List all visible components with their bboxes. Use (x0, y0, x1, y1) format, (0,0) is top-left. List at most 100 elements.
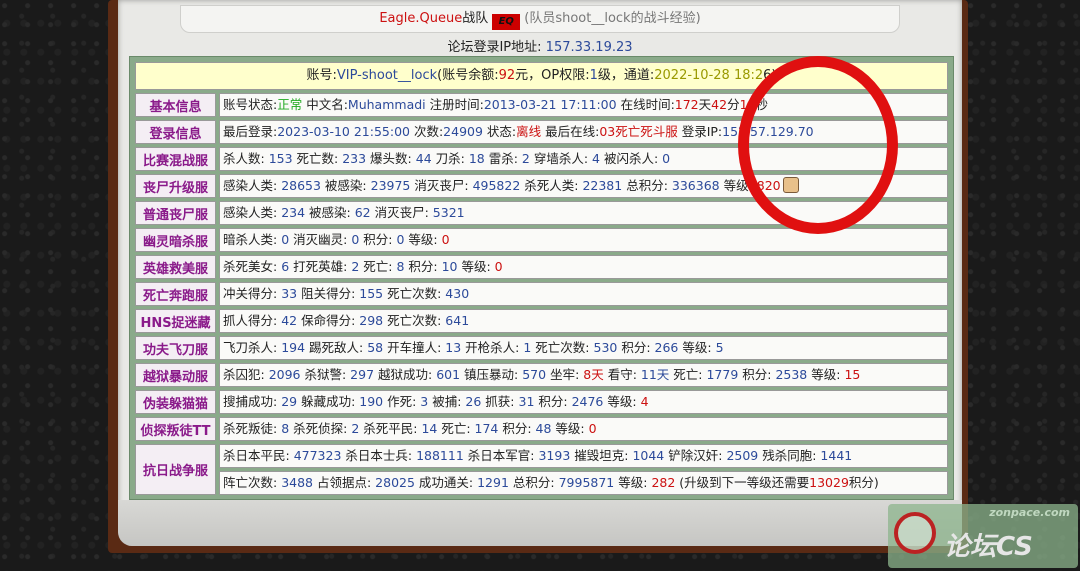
row-label[interactable]: HNS捉迷藏 (135, 309, 216, 333)
stat-label: 被感染: (305, 205, 355, 220)
row-label[interactable]: 伪装躲猫猫 (135, 390, 216, 414)
row-label[interactable]: 普通丧尸服 (135, 201, 216, 225)
stat-value: 7995871 (558, 475, 615, 490)
last-server: 03死亡死斗服 (599, 124, 678, 139)
stat-label: 杀囚犯: (223, 367, 269, 382)
stat-label: 死亡次数: (383, 313, 446, 328)
stat-label: 刀杀: (431, 151, 469, 166)
row-label[interactable]: 比赛混战服 (135, 147, 216, 171)
team-suffix: 战队 (462, 11, 489, 26)
stat-value: 48 (535, 421, 552, 436)
row-content: 杀囚犯: 2096 杀狱警: 297 越狱成功: 601 镇压暴动: 570 坐… (219, 363, 948, 387)
stat-value: 6 (281, 259, 290, 274)
stat-label: 阻关得分: (297, 286, 360, 301)
stat-label: 死亡: (359, 259, 397, 274)
online-minutes: 42 (711, 97, 728, 112)
team-logo-icon: EQ (492, 14, 521, 30)
stat-value: 188111 (416, 448, 464, 463)
op-value: 1 (589, 68, 598, 83)
level-value: 0 (494, 259, 503, 274)
stat-label: 杀人数: (223, 151, 269, 166)
stat-label: 积分: (404, 259, 442, 274)
stat-value: 10 (441, 259, 458, 274)
stat-value: 3193 (538, 448, 571, 463)
stat-label: 等级: (678, 340, 716, 355)
row-label[interactable]: 越狱暴动服 (135, 363, 216, 387)
row-label[interactable]: 幽灵暗杀服 (135, 228, 216, 252)
watermark-top: zonpace.com (989, 506, 1070, 519)
panel-bottom (118, 500, 962, 546)
stat-value: 234 (281, 205, 306, 220)
text: 登录IP: (677, 124, 723, 139)
stat-value: 1044 (632, 448, 665, 463)
stat-label: 消灭幽灵: (289, 232, 352, 247)
row-label[interactable]: 功夫飞刀服 (135, 336, 216, 360)
jail-days: 8天 (583, 367, 604, 382)
row-hide: 伪装躲猫猫 搜捕成功: 29 躲藏成功: 190 作死: 3 被捕: 26 抓获… (135, 390, 948, 414)
stat-label: 死亡: (437, 421, 475, 436)
row-content: 飞刀杀人: 194 踢死敌人: 58 开车撞人: 13 开枪杀人: 1 死亡次数… (219, 336, 948, 360)
row-label[interactable]: 侦探叛徒TT (135, 417, 216, 441)
stat-value: 495822 (472, 178, 521, 193)
stat-value: 2509 (726, 448, 759, 463)
account-name: VIP-shoot__lock (336, 68, 438, 83)
stat-value: 2538 (775, 367, 808, 382)
text: 天 (698, 97, 712, 112)
stat-label: 等级: (614, 475, 652, 490)
team-name: Eagle.Queue (379, 11, 463, 26)
stat-label: 死亡次数: (383, 286, 446, 301)
guard-days: 11天 (640, 367, 670, 382)
stat-label: 镇压暴动: (460, 367, 523, 382)
stat-value: 42 (281, 313, 298, 328)
stat-label: 杀死侦探: (289, 421, 352, 436)
stat-label: 残杀同胞: (758, 448, 821, 463)
stat-value: 14 (421, 421, 438, 436)
stat-value: 13 (445, 340, 462, 355)
row-label[interactable]: 登录信息 (135, 120, 216, 144)
watermark-logo-icon (894, 512, 936, 554)
watermark-text: 论坛CS (944, 532, 1033, 562)
row-content: 抓人得分: 42 保命得分: 298 死亡次数: 641 (219, 309, 948, 333)
level-value: 282 (651, 475, 676, 490)
stat-value: 8 (281, 421, 290, 436)
stat-value: 5321 (432, 205, 465, 220)
page-header: Eagle.Queue战队 EQ (队员shoot__lock的战斗经验) (180, 5, 900, 33)
stat-label: 积分: (617, 340, 655, 355)
row-content: 搜捕成功: 29 躲藏成功: 190 作死: 3 被捕: 26 抓获: 31 积… (219, 390, 948, 414)
level-value: 4 (640, 394, 649, 409)
stat-value: 2476 (571, 394, 604, 409)
text: 次数: (409, 124, 444, 139)
online-days: 172 (674, 97, 699, 112)
stat-value: 28025 (375, 475, 415, 490)
level-value: 0 (441, 232, 450, 247)
row-content: 杀死美女: 6 打死英雄: 2 死亡: 8 积分: 10 等级: 0 (219, 255, 948, 279)
stat-label: 积分: (738, 367, 776, 382)
stat-label: 死亡: (669, 367, 707, 382)
row-label[interactable]: 基本信息 (135, 93, 216, 117)
stat-value: 336368 (671, 178, 720, 193)
stat-label: 死亡数: (292, 151, 343, 166)
stat-label: 死亡次数: (531, 340, 594, 355)
stat-value: 298 (359, 313, 384, 328)
stat-label: 占领据点: (313, 475, 376, 490)
text: 最后登录: (223, 124, 278, 139)
stat-value: 233 (342, 151, 367, 166)
stat-label: 冲关得分: (223, 286, 282, 301)
stat-label: 杀日本士兵: (341, 448, 417, 463)
row-label[interactable]: 英雄救美服 (135, 255, 216, 279)
stat-label: 消灭丧尸: (370, 205, 433, 220)
text: (升级到下一等级还需要 (675, 475, 810, 490)
stat-label: 等级: (457, 259, 495, 274)
row-label[interactable]: 丧尸升级服 (135, 174, 216, 198)
row-label[interactable]: 抗日战争服 (135, 444, 216, 495)
red-circle-annotation (738, 56, 898, 234)
points-needed: 13029 (809, 475, 849, 490)
stat-label: 抓获: (481, 394, 519, 409)
row-label[interactable]: 死亡奔跑服 (135, 282, 216, 306)
text: 状态: (482, 124, 517, 139)
stat-label: 抓人得分: (223, 313, 282, 328)
row-content: 暗杀人类: 0 消灭幽灵: 0 积分: 0 等级: 0 (219, 228, 948, 252)
stat-label: 杀死平民: (359, 421, 422, 436)
stat-label: 总积分: (622, 178, 672, 193)
row-content: 阵亡次数: 3488 占领据点: 28025 成功通关: 1291 总积分: 7… (219, 471, 948, 495)
